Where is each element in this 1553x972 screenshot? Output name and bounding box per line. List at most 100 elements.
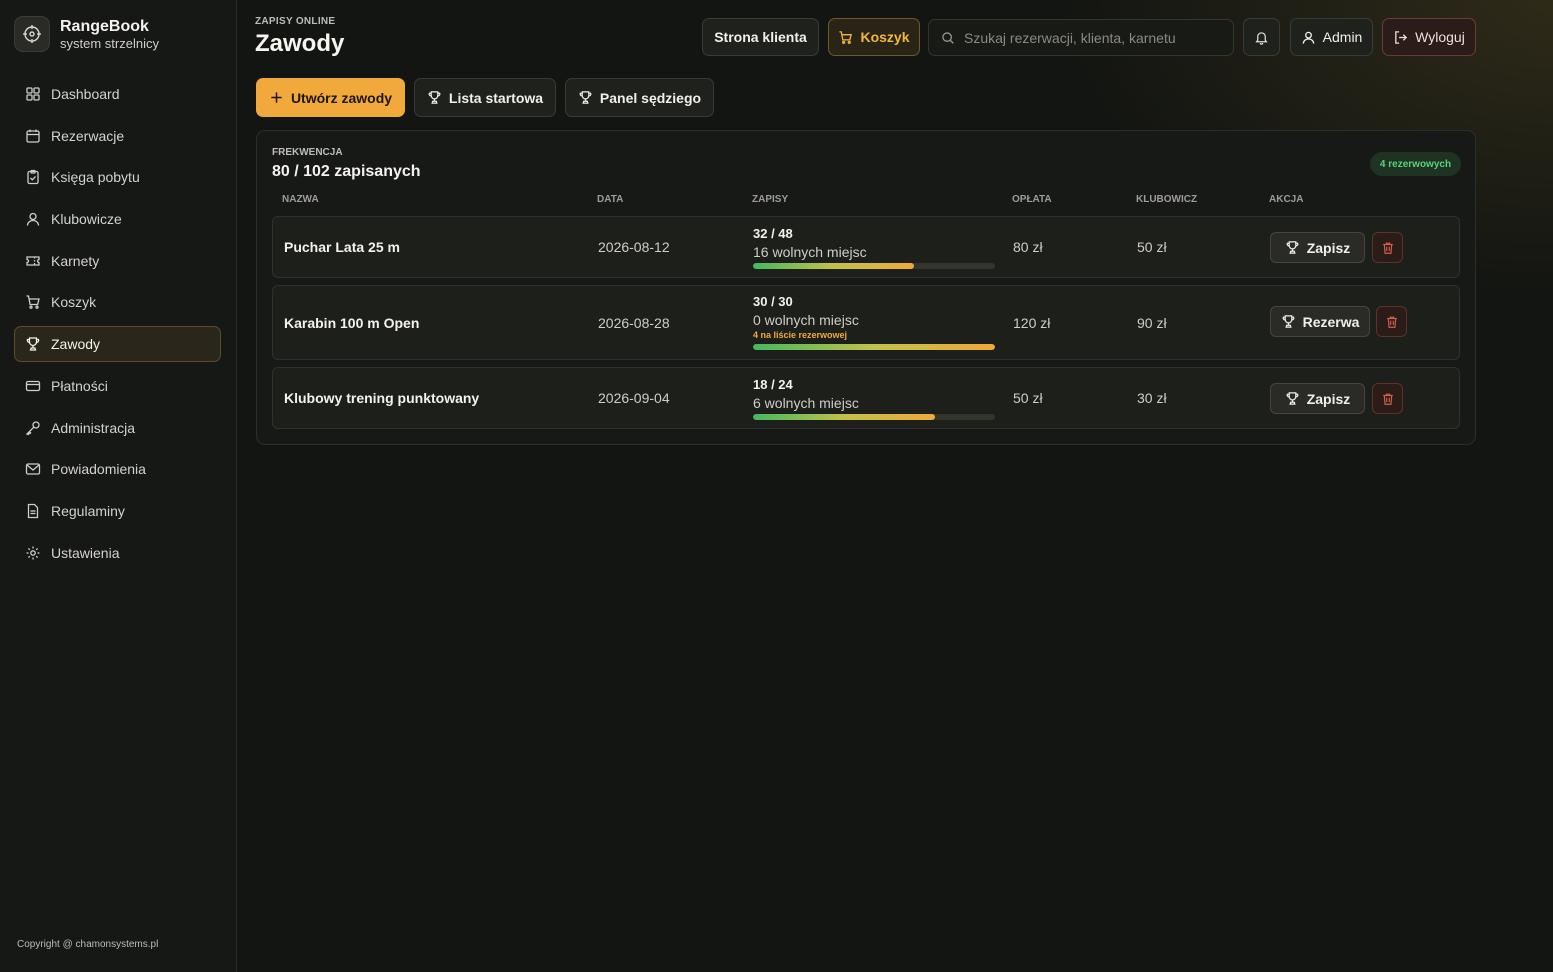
sidebar-item-karnety[interactable]: Karnety bbox=[14, 243, 221, 279]
signup-ratio: 18 / 24 bbox=[753, 377, 793, 392]
trophy-icon bbox=[1286, 241, 1299, 254]
free-spots: 6 wolnych miejsc bbox=[753, 395, 859, 411]
delete-button[interactable] bbox=[1376, 306, 1407, 337]
logout-button[interactable]: Wyloguj bbox=[1382, 18, 1476, 56]
sidebar-item-platnosci[interactable]: Płatności bbox=[14, 368, 221, 404]
start-list-label: Lista startowa bbox=[448, 89, 544, 106]
table-row: Puchar Lata 25 m 2026-08-12 32 / 48 16 w… bbox=[272, 216, 1460, 278]
notifications-button[interactable] bbox=[1243, 18, 1280, 56]
attendance-summary: 80 / 102 zapisanych bbox=[272, 163, 421, 180]
column-header-action: AKCJA bbox=[1269, 194, 1304, 205]
reserve-button[interactable]: Rezerwa bbox=[1270, 306, 1370, 337]
sidebar: RangeBook system strzelnicy Dashboard Re… bbox=[0, 0, 237, 972]
column-header-signups: ZAPISY bbox=[752, 194, 789, 205]
mail-icon bbox=[25, 463, 41, 475]
column-header-fee: OPŁATA bbox=[1012, 194, 1052, 205]
ticket-icon bbox=[26, 256, 40, 266]
signup-progress-bar bbox=[753, 263, 995, 269]
trash-icon bbox=[1382, 242, 1393, 254]
user-icon bbox=[1302, 31, 1314, 44]
sidebar-item-label: Koszyk bbox=[51, 294, 97, 311]
sidebar-item-label: Ustawienia bbox=[51, 544, 120, 561]
cart-icon bbox=[839, 30, 853, 44]
admin-label: Admin bbox=[1322, 29, 1363, 45]
sidebar-item-administracja[interactable]: Administracja bbox=[14, 410, 221, 446]
clipboard-icon bbox=[27, 170, 39, 185]
signup-button-label: Zapisz bbox=[1306, 390, 1351, 407]
search-input[interactable] bbox=[964, 29, 1224, 46]
sidebar-item-label: Powiadomienia bbox=[51, 461, 146, 478]
signup-progress-bar bbox=[753, 414, 995, 420]
signup-progress-fill bbox=[753, 263, 915, 269]
trophy-icon bbox=[26, 337, 40, 351]
sidebar-item-label: Dashboard bbox=[51, 86, 120, 102]
plus-icon bbox=[271, 92, 282, 103]
copyright: Copyright @ chamonsystems.pl bbox=[17, 939, 159, 950]
brand[interactable]: RangeBook system strzelnicy bbox=[14, 16, 159, 52]
table-row: Karabin 100 m Open 2026-08-28 30 / 30 0 … bbox=[272, 285, 1460, 360]
judge-panel-label: Panel sędziego bbox=[599, 89, 702, 106]
start-list-button[interactable]: Lista startowa bbox=[414, 78, 556, 117]
signup-button-label: Zapisz bbox=[1306, 239, 1351, 256]
page-eyebrow: ZAPISY ONLINE bbox=[255, 16, 336, 27]
cart-label: Koszyk bbox=[860, 29, 910, 45]
sidebar-item-label: Regulaminy bbox=[51, 502, 125, 519]
reserve-count-badge: 4 rezerwowych bbox=[1370, 152, 1461, 176]
page-title: Zawody bbox=[255, 30, 345, 57]
client-page-label: Strona klienta bbox=[714, 29, 807, 45]
create-competition-label: Utwórz zawody bbox=[290, 89, 393, 106]
reserve-button-label: Rezerwa bbox=[1302, 313, 1360, 330]
member-fee: 50 zł bbox=[1137, 239, 1167, 255]
admin-button[interactable]: Admin bbox=[1290, 18, 1373, 56]
member-fee: 90 zł bbox=[1137, 315, 1167, 331]
trophy-icon bbox=[1286, 392, 1299, 405]
sidebar-item-powiadomienia[interactable]: Powiadomienia bbox=[14, 451, 221, 487]
sidebar-item-klubowicze[interactable]: Klubowicze bbox=[14, 201, 221, 237]
cart-icon bbox=[26, 295, 40, 310]
delete-button[interactable] bbox=[1372, 232, 1403, 263]
sidebar-item-label: Płatności bbox=[51, 377, 108, 394]
signup-ratio: 30 / 30 bbox=[753, 294, 793, 309]
member-fee: 30 zł bbox=[1137, 390, 1167, 406]
logout-label: Wyloguj bbox=[1415, 29, 1465, 45]
sidebar-item-ustawienia[interactable]: Ustawienia bbox=[14, 535, 221, 571]
sidebar-item-dashboard[interactable]: Dashboard bbox=[14, 76, 221, 112]
competition-fee: 120 zł bbox=[1013, 315, 1051, 331]
sidebar-item-koszyk[interactable]: Koszyk bbox=[14, 284, 221, 320]
sidebar-item-zawody[interactable]: Zawody bbox=[14, 326, 221, 363]
column-header-date: DATA bbox=[597, 194, 624, 205]
competition-date: 2026-08-28 bbox=[598, 315, 670, 331]
sidebar-item-label: Księga pobytu bbox=[51, 169, 140, 186]
sidebar-nav: Dashboard Rezerwacje Księga pobytu Klubo… bbox=[14, 76, 221, 576]
waitlist-note: 4 na liście rezerwowej bbox=[753, 330, 848, 340]
trophy-icon bbox=[1282, 315, 1295, 328]
brand-subtitle: system strzelnicy bbox=[60, 35, 159, 51]
trophy-icon bbox=[579, 91, 592, 104]
sidebar-item-rezerwacje[interactable]: Rezerwacje bbox=[14, 118, 221, 154]
search-box bbox=[928, 19, 1234, 56]
user-icon bbox=[26, 212, 40, 226]
competition-name: Karabin 100 m Open bbox=[284, 315, 420, 331]
delete-button[interactable] bbox=[1372, 383, 1403, 414]
signup-button[interactable]: Zapisz bbox=[1270, 383, 1365, 414]
column-header-member-fee: KLUBOWICZ bbox=[1136, 194, 1198, 205]
judge-panel-button[interactable]: Panel sędziego bbox=[565, 78, 714, 117]
signup-progress-bar bbox=[753, 344, 995, 350]
signup-ratio: 32 / 48 bbox=[753, 226, 793, 241]
signup-progress-fill bbox=[753, 414, 935, 420]
sidebar-item-regulaminy[interactable]: Regulaminy bbox=[14, 493, 221, 529]
gear-icon bbox=[26, 546, 40, 560]
create-competition-button[interactable]: Utwórz zawody bbox=[256, 78, 405, 117]
dashboard-icon bbox=[26, 87, 40, 101]
target-logo-icon bbox=[14, 16, 50, 52]
cart-button[interactable]: Koszyk bbox=[828, 18, 920, 56]
sidebar-item-ksiega-pobytu[interactable]: Księga pobytu bbox=[14, 159, 221, 195]
sidebar-item-label: Rezerwacje bbox=[51, 127, 125, 144]
brand-name: RangeBook bbox=[60, 17, 149, 35]
free-spots: 16 wolnych miejsc bbox=[753, 244, 867, 260]
attendance-eyebrow: FREKWENCJA bbox=[272, 147, 343, 158]
key-icon bbox=[25, 420, 40, 435]
client-page-button[interactable]: Strona klienta bbox=[702, 18, 819, 56]
signup-button[interactable]: Zapisz bbox=[1270, 232, 1365, 263]
column-header-name: NAZWA bbox=[282, 194, 319, 205]
